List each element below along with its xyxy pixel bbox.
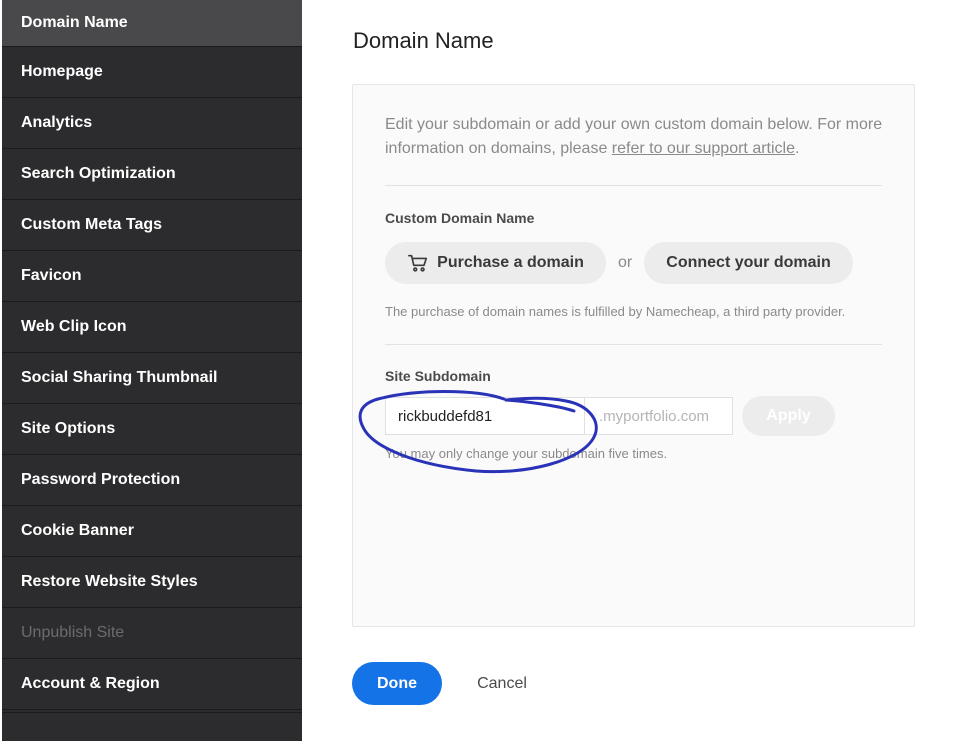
sidebar-item-label: Restore Website Styles xyxy=(21,573,198,590)
sidebar-item-analytics[interactable]: Analytics xyxy=(2,98,302,149)
domain-settings-panel: Edit your subdomain or add your own cust… xyxy=(352,84,915,627)
cart-icon xyxy=(408,254,428,272)
sidebar-item-account-region[interactable]: Account & Region xyxy=(2,659,302,710)
custom-domain-label: Custom Domain Name xyxy=(385,210,535,226)
sidebar-item-site-options[interactable]: Site Options xyxy=(2,404,302,455)
subdomain-limit-note: You may only change your subdomain five … xyxy=(385,446,668,461)
sidebar: Domain Name Homepage Analytics Search Op… xyxy=(2,0,302,741)
purchase-domain-label: Purchase a domain xyxy=(437,254,584,271)
intro-text: Edit your subdomain or add your own cust… xyxy=(385,113,885,161)
purchase-domain-button[interactable]: Purchase a domain xyxy=(385,242,606,284)
divider xyxy=(385,185,882,186)
app: Domain Name Homepage Analytics Search Op… xyxy=(0,0,963,741)
subdomain-suffix-text: .myportfolio.com xyxy=(599,407,710,425)
sidebar-item-label: Site Options xyxy=(21,420,116,437)
sidebar-item-label: Web Clip Icon xyxy=(21,318,127,335)
sidebar-item-web-clip-icon[interactable]: Web Clip Icon xyxy=(2,302,302,353)
sidebar-footer xyxy=(2,712,302,741)
or-separator: or xyxy=(618,254,633,271)
sidebar-item-label: Password Protection xyxy=(21,471,181,488)
done-button[interactable]: Done xyxy=(352,662,442,705)
sidebar-item-cookie-banner[interactable]: Cookie Banner xyxy=(2,506,302,557)
sidebar-item-homepage[interactable]: Homepage xyxy=(2,47,302,98)
sidebar-item-label: Custom Meta Tags xyxy=(21,216,163,233)
intro-text-end: . xyxy=(795,140,800,157)
sidebar-item-restore-website-styles[interactable]: Restore Website Styles xyxy=(2,557,302,608)
apply-button[interactable]: Apply xyxy=(742,396,835,436)
support-article-link[interactable]: refer to our support article xyxy=(612,140,795,157)
connect-domain-label: Connect your domain xyxy=(666,254,831,271)
sidebar-item-label: Social Sharing Thumbnail xyxy=(21,369,218,386)
namecheap-note: The purchase of domain names is fulfille… xyxy=(385,304,846,319)
sidebar-item-unpublish-site: Unpublish Site xyxy=(2,608,302,659)
sidebar-item-label: Cookie Banner xyxy=(21,522,134,539)
site-subdomain-label: Site Subdomain xyxy=(385,368,491,384)
sidebar-item-social-sharing-thumbnail[interactable]: Social Sharing Thumbnail xyxy=(2,353,302,404)
subdomain-suffix: .myportfolio.com xyxy=(585,397,733,435)
page-title: Domain Name xyxy=(353,28,494,53)
sidebar-item-favicon[interactable]: Favicon xyxy=(2,251,302,302)
sidebar-item-password-protection[interactable]: Password Protection xyxy=(2,455,302,506)
sidebar-item-label: Unpublish Site xyxy=(21,624,125,641)
sidebar-item-label: Homepage xyxy=(21,63,103,80)
sidebar-item-domain-name[interactable]: Domain Name xyxy=(2,0,302,47)
sidebar-item-label: Favicon xyxy=(21,267,82,284)
divider xyxy=(385,344,882,345)
sidebar-item-label: Domain Name xyxy=(21,14,128,31)
sidebar-item-label: Search Optimization xyxy=(21,165,176,182)
sidebar-item-custom-meta-tags[interactable]: Custom Meta Tags xyxy=(2,200,302,251)
sidebar-item-label: Account & Region xyxy=(21,675,160,692)
sidebar-item-label: Analytics xyxy=(21,114,93,131)
subdomain-input[interactable] xyxy=(385,397,585,435)
cancel-button[interactable]: Cancel xyxy=(462,662,542,705)
connect-domain-button[interactable]: Connect your domain xyxy=(644,242,853,284)
sidebar-item-search-optimization[interactable]: Search Optimization xyxy=(2,149,302,200)
